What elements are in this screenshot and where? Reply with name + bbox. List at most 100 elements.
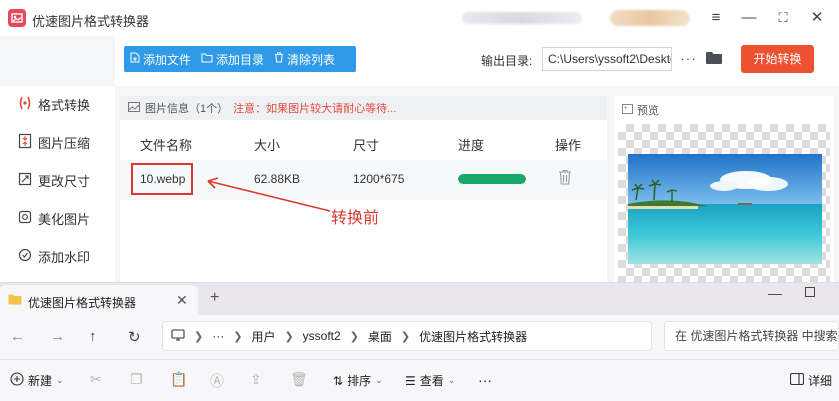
toolbar: 添加文件 添加目录 清除列表 输出目录: C:\Users\yssoft2\De… [115,36,839,86]
minimize-icon[interactable]: — [768,285,782,301]
wait-warning: 注意：如果图片较大请耐心等待... [233,103,397,115]
forward-icon[interactable]: → [50,328,65,345]
more-options-button[interactable]: ··· [478,372,492,388]
minimize-icon[interactable]: — [740,9,758,27]
output-dir-label: 输出目录: [481,54,533,68]
column-header-actions: 操作 [555,138,582,153]
breadcrumb-more[interactable]: ··· [212,329,224,343]
sidebar-item-compress[interactable]: 图片压缩 [18,132,90,152]
output-dir-field[interactable]: C:\Users\yssoft2\Deskto [542,47,672,71]
menu-icon[interactable]: ≡ [707,9,725,27]
tab-close-icon[interactable]: ✕ [176,292,188,309]
plus-circle-icon [10,372,24,389]
sidebar-item-label: 更改尺寸 [38,173,91,189]
title-bar: 优速图片格式转换器 ≡ — ⛶ ✕ [0,0,839,36]
sidebar-item-beautify[interactable]: 美化图片 [18,208,90,228]
add-file-icon [130,52,140,66]
breadcrumb-item[interactable]: 用户 [251,328,275,345]
folder-icon [8,294,22,308]
add-folder-button[interactable]: 添加目录 [201,51,264,68]
column-header-size: 大小 [254,138,281,153]
computer-icon [171,328,185,344]
chevron-right-icon: ❯ [349,330,359,343]
blurred-vip-badge[interactable] [610,10,690,26]
new-tab-icon[interactable]: + [210,289,219,307]
breadcrumb-item[interactable]: yssoft2 [303,329,341,343]
copy-icon[interactable]: ❐ [130,371,143,388]
preview-panel: 预览 [614,96,834,290]
breadcrumb-item[interactable]: 优速图片格式转换器 [419,328,527,345]
chevron-right-icon: ❯ [400,330,411,343]
explorer-tab[interactable]: 优速图片格式转换器 ✕ [0,285,198,315]
rename-icon[interactable]: Ⓐ [210,371,224,391]
breadcrumb[interactable]: ❯ ··· ❯ 用户 ❯ yssoft2 ❯ 桌面 ❯ 优速图片格式转换器 [162,321,652,351]
fullscreen-icon[interactable]: ⛶ [774,9,792,27]
chevron-right-icon: ❯ [194,330,204,343]
sidebar-item-label: 格式转换 [38,97,91,113]
maximize-icon[interactable] [805,287,815,297]
sidebar: 格式转换 图片压缩 更改尺寸 美化图片 添加水印 [0,86,115,290]
preview-label: 预览 [637,105,659,117]
progress-bar-fill [458,174,526,184]
view-button[interactable]: ☰ 查看 ⌄ [405,372,455,389]
search-input[interactable]: 在 优速图片格式转换器 中搜索 [664,321,839,351]
breadcrumb-item[interactable]: 桌面 [368,328,392,345]
file-explorer-window: 优速图片格式转换器 ✕ + — ← → ↑ ↻ ❯ ··· ❯ 用户 ❯ yss… [0,282,839,401]
paste-icon[interactable]: 📋 [170,371,187,388]
file-actions-group: 添加文件 添加目录 清除列表 [124,46,356,72]
close-icon[interactable]: ✕ [808,9,826,27]
preview-icon [622,103,633,117]
share-icon[interactable]: ⇪ [250,371,262,388]
blurred-account-info [462,12,582,24]
browse-more-button[interactable]: ··· [680,50,697,66]
add-file-button[interactable]: 添加文件 [130,51,191,68]
clear-list-button[interactable]: 清除列表 [274,51,335,68]
cut-icon[interactable]: ✂ [90,371,102,388]
new-button[interactable]: 新建 ⌄ [10,372,64,389]
chevron-down-icon: ⌄ [56,375,64,385]
trash-icon [274,52,284,66]
sidebar-item-label: 图片压缩 [38,135,91,151]
annotation-arrow-icon [207,177,331,212]
column-header-progress: 进度 [458,138,485,153]
delete-icon[interactable]: 🗑 [290,371,308,388]
explorer-tab-bar: 优速图片格式转换器 ✕ + — [0,283,839,315]
column-header-name: 文件名称 [140,138,193,153]
address-bar: ← → ↑ ↻ ❯ ··· ❯ 用户 ❯ yssoft2 ❯ 桌面 ❯ 优速图片… [0,315,839,359]
sort-icon: ⇅ [333,373,344,388]
watermark-icon [18,248,32,265]
open-folder-icon[interactable] [705,51,723,68]
annotation-label: 转换前 [331,210,380,227]
app-title: 优速图片格式转换器 [32,14,150,29]
converter-app-window: 优速图片格式转换器 ≡ — ⛶ ✕ 添加文件 添加目录 清除列表 输出目录: C… [0,0,839,290]
details-pane-button[interactable]: 详细 [789,372,832,389]
preview-image [628,154,822,264]
sidebar-item-label: 添加水印 [38,249,91,265]
table-row[interactable]: 10.webp 62.88KB 1200*675 [120,160,607,200]
sort-button[interactable]: ⇅ 排序 ⌄ [333,372,383,389]
delete-row-icon[interactable] [558,169,572,188]
image-info-icon [128,101,140,115]
progress-bar [458,174,526,184]
image-info-header: 图片信息（1个） 注意：如果图片较大请耐心等待... [120,96,607,120]
details-pane-icon [789,372,805,388]
highlight-box [131,163,193,195]
chevron-right-icon: ❯ [284,330,294,343]
chevron-down-icon: ⌄ [375,375,383,385]
sidebar-item-watermark[interactable]: 添加水印 [18,246,90,266]
resize-icon [18,172,32,189]
view-icon: ☰ [405,373,416,388]
start-convert-button[interactable]: 开始转换 [741,45,814,73]
folder-icon [201,52,213,66]
compress-icon [18,133,32,152]
refresh-icon[interactable]: ↻ [128,328,141,346]
back-icon[interactable]: ← [10,328,25,345]
sidebar-item-resize[interactable]: 更改尺寸 [18,170,90,190]
beautify-icon [18,210,32,227]
sidebar-item-label: 美化图片 [38,211,91,227]
format-convert-icon [18,95,32,114]
column-header-dimensions: 尺寸 [353,138,380,153]
up-icon[interactable]: ↑ [89,328,97,345]
tab-title: 优速图片格式转换器 [28,296,137,310]
sidebar-item-format-convert[interactable]: 格式转换 [18,94,90,114]
